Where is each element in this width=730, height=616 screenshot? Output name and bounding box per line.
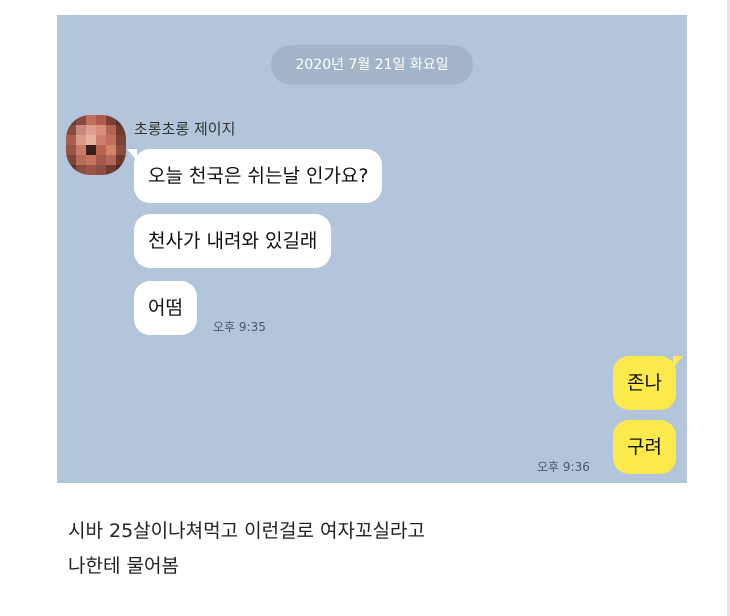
message-text: 구려 — [627, 436, 662, 458]
chat-screenshot: 2020년 7월 21일 화요일 초롱초롱 제이지 오늘 천국은 쉬는날 인가요… — [57, 15, 687, 483]
message-text: 어떰 — [148, 297, 183, 319]
date-divider: 2020년 7월 21일 화요일 — [271, 45, 473, 85]
message-timestamp: 오후 9:35 — [213, 320, 266, 334]
post-caption: 시바 25살이나쳐먹고 이런걸로 여자꼬실라고 나한테 물어봄 — [68, 514, 708, 584]
outgoing-message-bubble[interactable]: 구려 — [613, 420, 676, 474]
avatar[interactable] — [66, 115, 126, 175]
bubble-tail — [673, 356, 683, 368]
message-text: 천사가 내려와 있길래 — [148, 230, 318, 252]
incoming-message-bubble[interactable]: 오늘 천국은 쉬는날 인가요? — [127, 149, 383, 203]
message-text: 오늘 천국은 쉬는날 인가요? — [148, 165, 369, 187]
message-text: 존나 — [627, 372, 662, 394]
bubble-tail — [127, 149, 137, 161]
outgoing-message-bubble[interactable]: 존나 — [613, 356, 683, 410]
incoming-message-bubble[interactable]: 어떰 — [134, 281, 197, 335]
message-timestamp: 오후 9:36 — [537, 460, 590, 474]
sender-name: 초롱초롱 제이지 — [134, 120, 236, 138]
incoming-message-bubble[interactable]: 천사가 내려와 있길래 — [134, 214, 332, 268]
caption-line: 나한테 물어봄 — [68, 555, 179, 577]
caption-line: 시바 25살이나쳐먹고 이런걸로 여자꼬실라고 — [68, 520, 425, 542]
